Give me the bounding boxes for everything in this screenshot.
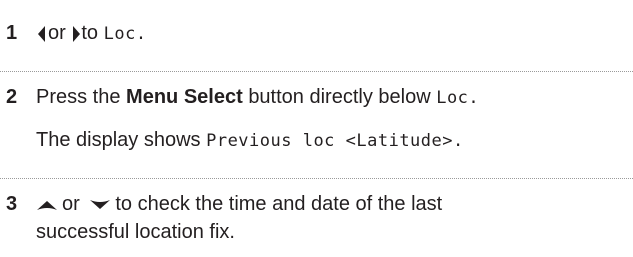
step-number: 2 (6, 86, 18, 108)
press-text: Press the (36, 86, 121, 108)
menu-select-label: Menu Select (126, 86, 243, 108)
step-3-line-2: successful location fix. (36, 221, 235, 244)
location-fix-text: successful location fix. (36, 221, 235, 243)
step-2-line-1: Press the Menu Select button directly be… (36, 86, 479, 109)
divider (0, 178, 633, 179)
left-arrow-icon (36, 24, 48, 44)
code-loc: Loc. (103, 24, 147, 44)
divider (0, 71, 633, 72)
code-loc: Loc. (436, 88, 480, 108)
check-time-text: to check the time and date of the last (115, 193, 443, 215)
step-number: 3 (6, 193, 18, 215)
button-text: button directly below (248, 86, 431, 108)
step-2-line-2: The display shows Previous loc <Latitude… (36, 129, 464, 152)
step-3-line-1: or to check the time and date of the las… (36, 193, 442, 216)
or-text: or (48, 22, 66, 44)
display-text: The display shows (36, 129, 201, 151)
or-text: or (62, 193, 80, 215)
code-previous-loc: Previous loc <Latitude>. (206, 131, 464, 151)
step-number: 1 (6, 22, 18, 44)
right-arrow-icon (71, 24, 81, 44)
up-arrow-icon (36, 198, 58, 212)
step-1-line: or to Loc. (36, 22, 147, 45)
down-arrow-icon (89, 198, 111, 212)
to-text: to (81, 22, 99, 44)
